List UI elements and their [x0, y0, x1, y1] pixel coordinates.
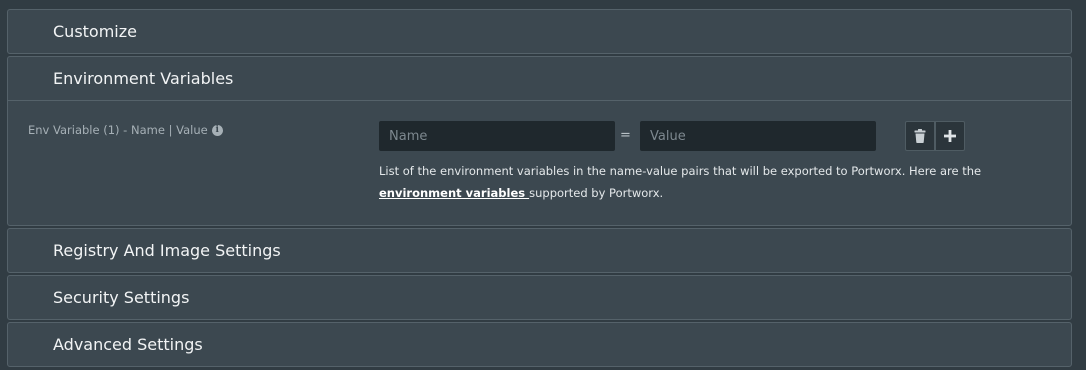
- equals-sign: =: [620, 128, 631, 143]
- section-advanced-title[interactable]: Advanced Settings: [8, 323, 1071, 366]
- env-variable-label: Env Variable (1) - Name | Value i: [28, 123, 223, 137]
- section-registry-title[interactable]: Registry And Image Settings: [8, 229, 1071, 272]
- env-variables-body: Env Variable (1) - Name | Value i =: [8, 101, 1071, 225]
- environment-variables-link[interactable]: environment variables: [379, 186, 529, 200]
- env-variable-label-text: Env Variable (1) - Name | Value: [28, 123, 208, 137]
- plus-icon: [944, 130, 956, 142]
- section-environment-variables: Environment Variables Env Variable (1) -…: [7, 56, 1072, 226]
- help-text-suffix: supported by Portworx.: [529, 186, 664, 200]
- section-customize-title[interactable]: Customize: [8, 10, 1071, 53]
- env-value-input[interactable]: [640, 121, 876, 151]
- section-security-title[interactable]: Security Settings: [8, 276, 1071, 319]
- env-variables-help-text: List of the environment variables in the…: [379, 160, 1064, 204]
- section-advanced-settings[interactable]: Advanced Settings: [7, 322, 1072, 367]
- add-env-variable-button[interactable]: [935, 121, 965, 151]
- section-security-settings[interactable]: Security Settings: [7, 275, 1072, 320]
- help-text-prefix: List of the environment variables in the…: [379, 164, 982, 178]
- section-registry-image-settings[interactable]: Registry And Image Settings: [7, 228, 1072, 273]
- section-environment-variables-title[interactable]: Environment Variables: [8, 57, 1071, 101]
- trash-icon: [914, 129, 926, 143]
- env-name-input[interactable]: [379, 121, 615, 151]
- settings-accordion: Customize Environment Variables Env Vari…: [7, 9, 1072, 367]
- info-icon[interactable]: i: [211, 124, 223, 136]
- section-customize[interactable]: Customize: [7, 9, 1072, 54]
- delete-env-variable-button[interactable]: [905, 121, 935, 151]
